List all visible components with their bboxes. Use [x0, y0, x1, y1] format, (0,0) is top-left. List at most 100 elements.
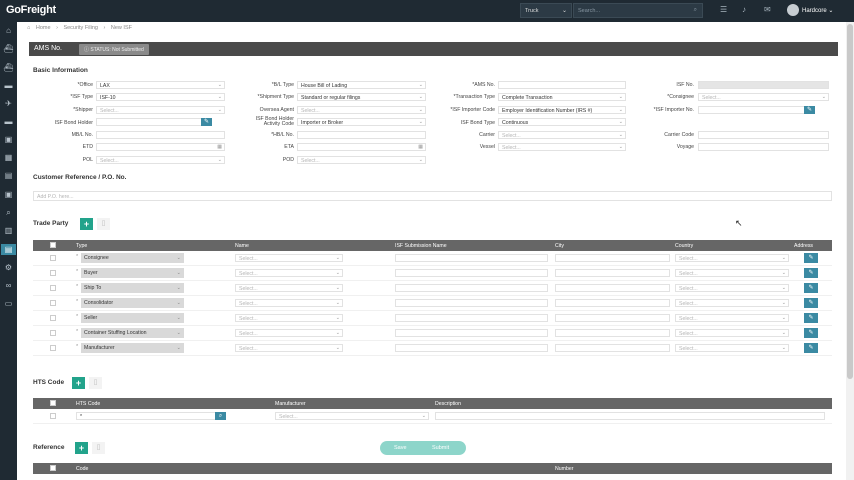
type-select[interactable]: Seller ⌄	[81, 313, 184, 323]
country-select[interactable]: Select... ⌄	[675, 314, 789, 322]
home-icon[interactable]: ⌂	[27, 25, 30, 31]
add-trade-party-button[interactable]: +	[80, 218, 93, 230]
type-select[interactable]: Consignee ⌄	[81, 253, 184, 263]
carrier-code-input[interactable]	[698, 131, 829, 139]
ship-icon[interactable]: ⛴	[3, 43, 14, 54]
shipment-type-select[interactable]: Standard or regular filings ⌄	[297, 93, 426, 101]
isf-submission-name-input[interactable]	[395, 254, 548, 262]
security-filing-icon[interactable]: ▤	[1, 244, 16, 255]
bond-type-select[interactable]: Continuous ⌄	[498, 118, 626, 126]
country-select[interactable]: Select... ⌄	[675, 299, 789, 307]
row-checkbox[interactable]	[50, 345, 56, 351]
bond-activity-select[interactable]: Importer or Broker ⌄	[297, 118, 426, 126]
type-select[interactable]: Buyer ⌄	[81, 268, 184, 278]
gear-icon[interactable]: ⚙	[3, 262, 14, 273]
type-select[interactable]: Container Stuffing Location ⌄	[81, 328, 184, 338]
delete-hts-button[interactable]: ▯	[89, 377, 102, 389]
ams-no-input[interactable]	[498, 81, 626, 89]
row-checkbox[interactable]	[50, 315, 56, 321]
add-hts-button[interactable]: +	[72, 377, 85, 389]
country-select[interactable]: Select... ⌄	[675, 254, 789, 262]
row-checkbox[interactable]	[50, 255, 56, 261]
user-menu[interactable]: Hardcore ⌄	[802, 7, 833, 14]
name-select[interactable]: Select... ⌄	[235, 299, 343, 307]
isf-submission-name-input[interactable]	[395, 344, 548, 352]
breadcrumb-security-filing[interactable]: Security Filing	[63, 25, 98, 31]
bell-icon[interactable]: ♪	[742, 5, 746, 14]
importer-no-input[interactable]	[698, 106, 815, 114]
delete-trade-party-button[interactable]: ▯	[97, 218, 110, 230]
doc-icon[interactable]: ▭	[3, 298, 14, 309]
plane-icon[interactable]: ✈	[3, 98, 14, 109]
megaphone-icon[interactable]: ✉	[764, 5, 771, 14]
city-input[interactable]	[555, 314, 670, 322]
bl-type-select[interactable]: House Bill of Lading ⌄	[297, 81, 426, 89]
city-input[interactable]	[555, 299, 670, 307]
app-logo[interactable]: GoFreight	[6, 4, 56, 16]
country-select[interactable]: Select... ⌄	[675, 329, 789, 337]
row-checkbox[interactable]	[50, 300, 56, 306]
calendar-icon[interactable]: ▦	[217, 144, 222, 150]
transaction-type-select[interactable]: Complete Transaction ⌄	[498, 93, 626, 101]
add-reference-button[interactable]: +	[75, 442, 88, 454]
hbl-input[interactable]	[297, 131, 426, 139]
isf-submission-name-input[interactable]	[395, 299, 548, 307]
link-icon[interactable]: ∞	[3, 280, 14, 291]
scrollbar[interactable]	[846, 22, 854, 480]
train-icon[interactable]: ▣	[3, 134, 14, 145]
city-input[interactable]	[555, 254, 670, 262]
name-select[interactable]: Select... ⌄	[235, 314, 343, 322]
isf-submission-name-input[interactable]	[395, 329, 548, 337]
consignee-select[interactable]: Select... ⌄	[698, 93, 829, 101]
mode-select[interactable]: Truck ⌄	[520, 3, 572, 18]
mbl-input[interactable]	[96, 131, 225, 139]
po-input[interactable]: Add P.O. here...	[33, 191, 832, 201]
isf-submission-name-input[interactable]	[395, 269, 548, 277]
search-icon[interactable]: ⌕	[215, 412, 226, 420]
edit-address-icon[interactable]: ✎	[804, 283, 818, 293]
box-icon[interactable]: ▤	[3, 170, 14, 181]
country-select[interactable]: Select... ⌄	[675, 284, 789, 292]
save-button[interactable]: Save	[394, 445, 407, 451]
edit-address-icon[interactable]: ✎	[804, 343, 818, 353]
hts-code-input[interactable]: *	[76, 412, 226, 420]
edit-address-icon[interactable]: ✎	[804, 268, 818, 278]
description-input[interactable]	[435, 412, 825, 420]
select-all-checkbox[interactable]	[50, 242, 56, 248]
select-all-checkbox[interactable]	[50, 400, 56, 406]
name-select[interactable]: Select... ⌄	[235, 269, 343, 277]
edit-address-icon[interactable]: ✎	[804, 253, 818, 263]
ship2-icon[interactable]: ⛴	[3, 62, 14, 73]
truck2-icon[interactable]: ▬	[3, 116, 14, 127]
type-select[interactable]: Consolidator ⌄	[81, 298, 184, 308]
breadcrumb-home[interactable]: Home	[36, 25, 51, 31]
list-icon[interactable]: ☰	[720, 5, 727, 14]
edit-address-icon[interactable]: ✎	[804, 328, 818, 338]
country-select[interactable]: Select... ⌄	[675, 344, 789, 352]
row-checkbox[interactable]	[50, 285, 56, 291]
search-input[interactable]: Search... ⌕	[573, 3, 703, 18]
city-input[interactable]	[555, 329, 670, 337]
edit-icon[interactable]: ✎	[201, 118, 212, 126]
city-input[interactable]	[555, 284, 670, 292]
vessel-select[interactable]: Select... ⌄	[498, 143, 626, 151]
voyage-input[interactable]	[698, 143, 829, 151]
edit-address-icon[interactable]: ✎	[804, 313, 818, 323]
oversea-agent-select[interactable]: Select... ⌄	[297, 106, 426, 114]
city-input[interactable]	[555, 269, 670, 277]
avatar[interactable]	[787, 4, 799, 16]
country-select[interactable]: Select... ⌄	[675, 269, 789, 277]
submit-button[interactable]: Submit	[432, 445, 449, 451]
name-select[interactable]: Select... ⌄	[235, 329, 343, 337]
name-select[interactable]: Select... ⌄	[235, 284, 343, 292]
etd-input[interactable]: ▦	[96, 143, 225, 151]
isf-submission-name-input[interactable]	[395, 314, 548, 322]
isf-submission-name-input[interactable]	[395, 284, 548, 292]
chart-icon[interactable]: ▥	[3, 225, 14, 236]
pod-select[interactable]: Select... ⌄	[297, 156, 426, 164]
scrollbar-thumb[interactable]	[847, 24, 853, 379]
select-all-checkbox[interactable]	[50, 465, 56, 471]
city-input[interactable]	[555, 344, 670, 352]
shipper-select[interactable]: Select... ⌄	[96, 106, 225, 114]
type-select[interactable]: Ship To ⌄	[81, 283, 184, 293]
